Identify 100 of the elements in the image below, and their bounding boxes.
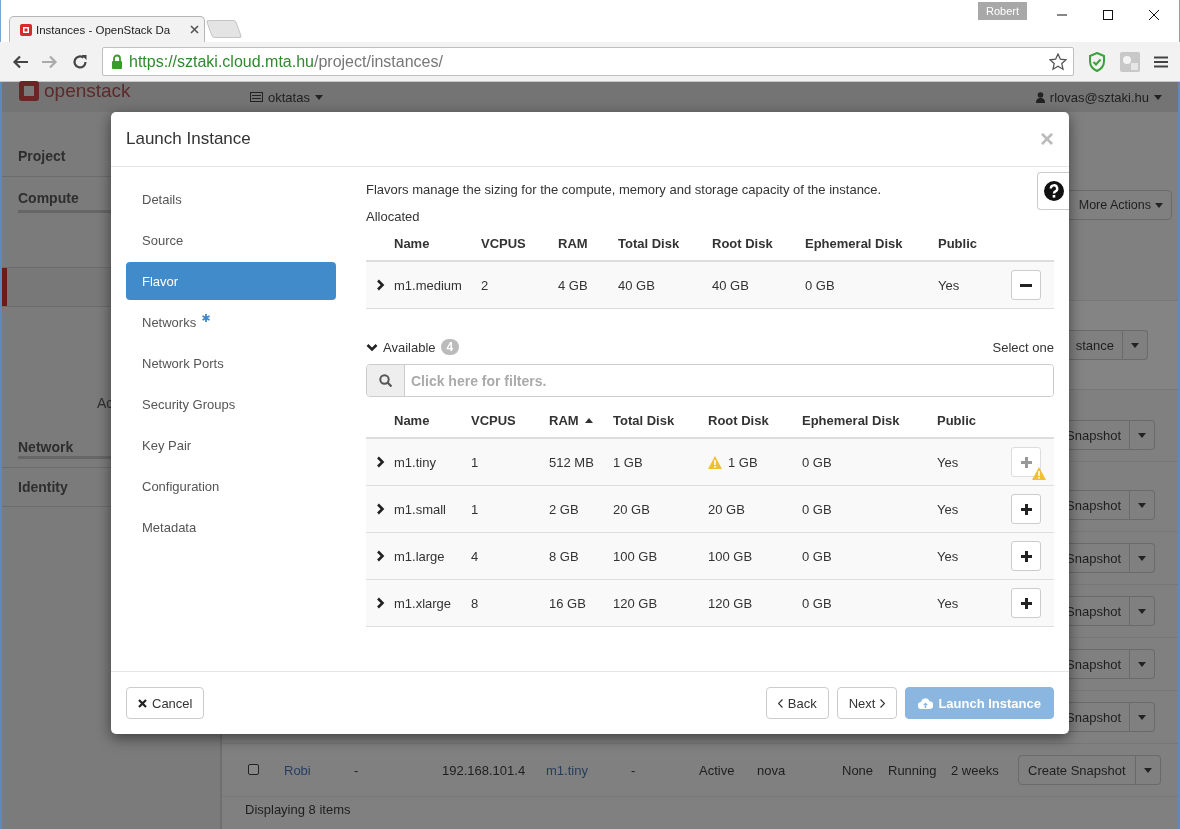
- add-button[interactable]: [1011, 494, 1041, 524]
- dropdown-toggle[interactable]: [1130, 702, 1155, 732]
- warning-icon: [1032, 467, 1046, 480]
- table-cell-text: m1.medium: [394, 277, 463, 293]
- column-header[interactable]: VCPUS: [481, 236, 558, 251]
- modal-title: Launch Instance: [126, 129, 251, 149]
- column-header[interactable]: Public: [937, 413, 994, 428]
- column-header[interactable]: Name: [394, 236, 481, 251]
- cancel-button[interactable]: Cancel: [126, 687, 205, 719]
- search-icon: [379, 374, 392, 387]
- star-icon[interactable]: [1049, 52, 1067, 71]
- reload-icon[interactable]: [72, 53, 88, 70]
- dropdown-toggle[interactable]: [1130, 490, 1155, 520]
- caret-icon: [1138, 432, 1146, 438]
- available-toggle[interactable]: Available: [366, 339, 436, 355]
- help-button[interactable]: [1037, 172, 1069, 210]
- caret-icon: [1138, 608, 1146, 614]
- plus-icon: [1020, 550, 1032, 562]
- column-header[interactable]: RAM: [558, 236, 618, 251]
- table-cell-text: 4 GB: [558, 277, 589, 293]
- wizard-step[interactable]: Networks: [126, 303, 336, 341]
- column-header[interactable]: Root Disk: [708, 413, 802, 428]
- remove-button[interactable]: [1011, 270, 1041, 300]
- column-header[interactable]: Ephemeral Disk: [805, 236, 938, 251]
- plus-icon: [1020, 503, 1032, 515]
- caret-icon: [1138, 555, 1146, 561]
- caret-icon: [1155, 202, 1163, 208]
- table-cell-text: 8: [471, 595, 480, 611]
- table-cell-text: 40 GB: [618, 277, 656, 293]
- count-badge: 4: [440, 339, 460, 355]
- asterisk-icon: [202, 314, 211, 322]
- column-header[interactable]: RAM: [549, 413, 579, 428]
- wizard-step[interactable]: Security Groups: [126, 385, 336, 423]
- table-cell-text: 2 weeks: [951, 762, 1000, 778]
- column-header[interactable]: Name: [394, 413, 471, 428]
- address-field[interactable]: https://sztaki.cloud.mta.hu/project/instances/: [102, 47, 1074, 76]
- wizard-step[interactable]: Key Pair: [126, 426, 336, 464]
- table-cell-text: 120 GB: [708, 595, 754, 611]
- table-cell-text: Active: [699, 762, 736, 778]
- column-header[interactable]: Root Disk: [712, 236, 805, 251]
- wizard-step[interactable]: Network Ports: [126, 344, 336, 382]
- caret-icon: [1138, 502, 1146, 508]
- back-arrow-icon[interactable]: [12, 54, 28, 69]
- table-cell-text: Yes: [937, 454, 960, 470]
- filter-field[interactable]: Click here for filters.: [366, 364, 1054, 397]
- close-icon[interactable]: [190, 25, 199, 34]
- table-cell-text: Yes: [937, 595, 960, 611]
- dropdown-toggle[interactable]: [1130, 420, 1155, 450]
- column-header[interactable]: Total Disk: [618, 236, 712, 251]
- wizard-step[interactable]: Configuration: [126, 467, 336, 505]
- shield-icon[interactable]: [1088, 51, 1106, 72]
- caret-icon: [1138, 714, 1146, 720]
- wizard-step[interactable]: Details: [126, 180, 336, 218]
- section-label: Allocated: [366, 208, 421, 226]
- cloud-upload-icon: [918, 697, 934, 709]
- next-button[interactable]: Next: [836, 687, 898, 719]
- wizard-step[interactable]: Source: [126, 221, 336, 259]
- browser-tab[interactable]: Instances - OpenStack Da: [9, 16, 205, 42]
- maximize-icon[interactable]: [1103, 10, 1113, 20]
- dropdown-toggle[interactable]: [1123, 330, 1148, 360]
- table-cell-text: m1.large: [394, 548, 446, 564]
- caret-icon: [1154, 94, 1162, 100]
- project-selector[interactable]: oktatas: [250, 89, 323, 105]
- create-snapshot-button[interactable]: Create Snapshot: [1018, 755, 1136, 785]
- dropdown-toggle[interactable]: [1130, 649, 1155, 679]
- menu-icon[interactable]: [1154, 55, 1168, 68]
- dropdown-toggle[interactable]: [1130, 596, 1155, 626]
- checkbox[interactable]: [248, 763, 259, 775]
- table-cell-text: 1 GB: [613, 454, 644, 470]
- dropdown-toggle[interactable]: [1130, 543, 1155, 573]
- table-cell-text: 512 MB: [549, 454, 595, 470]
- table-cell-text: 0 GB: [802, 501, 833, 517]
- table-cell-text: m1.tiny: [394, 454, 437, 470]
- forward-arrow-icon[interactable]: [42, 54, 58, 69]
- close-icon[interactable]: [1149, 10, 1159, 20]
- favicon-icon: [20, 23, 32, 36]
- back-button[interactable]: Back: [765, 687, 829, 719]
- wizard-step[interactable]: Flavor: [126, 262, 336, 300]
- column-header[interactable]: Total Disk: [613, 413, 708, 428]
- item-count: Displaying 8 items: [244, 801, 352, 817]
- table-cell-text: 4: [471, 548, 480, 564]
- table-cell-text: 0 GB: [802, 454, 833, 470]
- table-cell-text: -: [631, 762, 637, 778]
- column-header[interactable]: Public: [938, 236, 994, 251]
- list-icon: [250, 92, 263, 102]
- table-cell-text: 2 GB: [549, 501, 580, 517]
- user-menu[interactable]: rlovas@sztaki.hu: [1035, 89, 1162, 105]
- column-header[interactable]: Ephemeral Disk: [802, 413, 937, 428]
- add-button[interactable]: [1011, 588, 1041, 618]
- table-cell-text: 100 GB: [613, 548, 659, 564]
- dropdown-toggle[interactable]: [1135, 755, 1161, 785]
- chevron-left-icon: [777, 698, 783, 708]
- add-button[interactable]: [1011, 541, 1041, 571]
- help-icon: [1043, 181, 1064, 201]
- table-cell-text: 40 GB: [712, 277, 750, 293]
- table-cell-text: 1: [471, 501, 480, 517]
- column-header[interactable]: VCPUS: [471, 413, 549, 428]
- wizard-step[interactable]: Metadata: [126, 508, 336, 546]
- table-cell-text: m1.small: [394, 501, 447, 517]
- table-cell-text: m1.xlarge: [394, 595, 453, 611]
